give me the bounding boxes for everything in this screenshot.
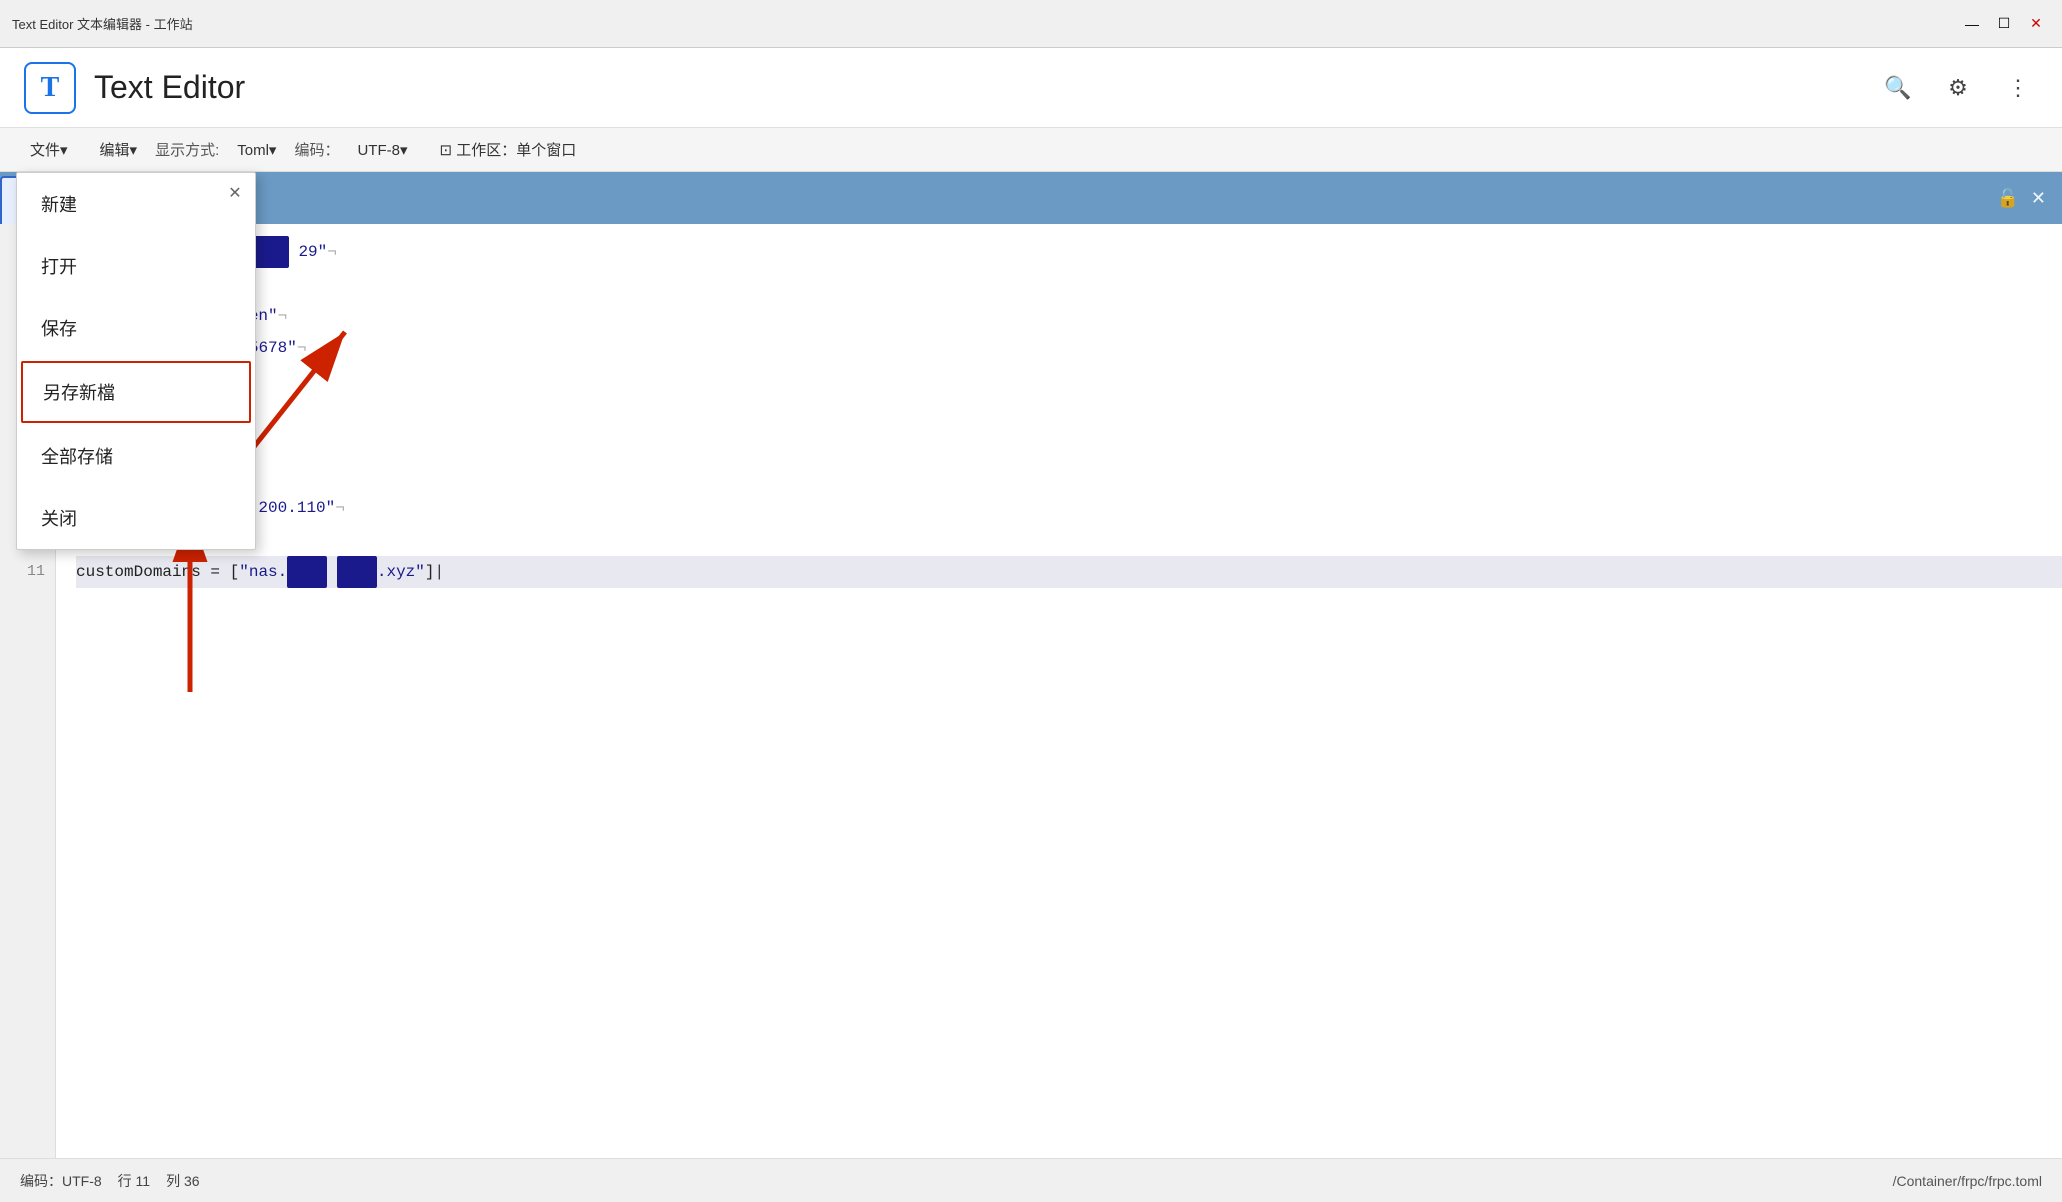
code-line-1: serverAddr = "101. 29"¬ [76,236,2062,268]
tab-actions: 🔓 ✕ [1996,172,2062,224]
title-bar-controls: — ☐ ✕ [1958,10,2050,38]
code-line-8: type = "http"¬ [76,460,2062,492]
app-title: Text Editor [94,69,245,106]
menu-item-save-all[interactable]: 全部存储 [17,425,255,487]
encoding-label: 编码： [294,139,339,160]
status-bar: 编码：UTF-8 行 11 列 36 /Container/frpc/frpc.… [0,1158,2062,1202]
redacted-3 [337,556,377,588]
view-label: 显示方式: [155,139,219,160]
status-encoding: 编码：UTF-8 [20,1171,102,1191]
code-line-3: auth.method = "token"¬ [76,300,2062,332]
more-button[interactable]: ⋮ [1998,68,2038,108]
menu-item-close[interactable]: 关闭 [17,487,255,549]
menu-workspace[interactable]: ⊡ 工作区：单个窗口 [425,135,590,164]
title-bar-text: Text Editor 文本编辑器 - 工作站 [12,14,1958,33]
settings-button[interactable]: ⚙ [1938,68,1978,108]
editor-area: /Container/frpc/frpc.toml 🔓 ✕ 1 2 3 4 5 … [0,172,2062,1158]
app-logo: T [24,62,76,114]
menu-bar: 文件▾ 编辑▾ 显示方式: Toml▾ 编码： UTF-8▾ ⊡ 工作区：单个窗… [0,128,2062,172]
tab-close-icon[interactable]: ✕ [2031,188,2046,209]
menu-encoding[interactable]: UTF-8▾ [343,137,421,163]
menu-item-new[interactable]: 新建 [17,173,255,235]
menu-item-save[interactable]: 保存 [17,297,255,359]
code-content[interactable]: serverAddr = "101. 29"¬ serverPort = 700… [56,224,2062,1158]
logo-letter: T [41,72,60,104]
app-header: T Text Editor 🔍 ⚙ ⋮ [0,48,2062,128]
redacted-2 [287,556,327,588]
maximize-button[interactable]: ☐ [1990,10,2018,38]
code-line-9: localIP = "192.168.200.110"¬ [76,492,2062,524]
tab-lock-icon[interactable]: 🔓 [1996,188,2018,209]
code-line-6: [[proxies]]¬ [76,396,2062,428]
code-line-2: serverPort = 7000¬ [76,268,2062,300]
menu-view[interactable]: Toml▾ [223,137,290,163]
close-button[interactable]: ✕ [2022,10,2050,38]
file-dropdown-menu: ✕ 新建 打开 保存 另存新檔 全部存储 关闭 [16,172,256,550]
title-bar: Text Editor 文本编辑器 - 工作站 — ☐ ✕ [0,0,2062,48]
status-filepath: /Container/frpc/frpc.toml [1893,1173,2042,1189]
code-editor[interactable]: 1 2 3 4 5 6 7 8 9 10 11 serverAddr = "10… [0,224,2062,1158]
header-actions: 🔍 ⚙ ⋮ [1878,68,2038,108]
status-row: 行 11 [118,1173,150,1189]
search-button[interactable]: 🔍 [1878,68,1918,108]
line-num-11: 11 [0,556,45,588]
menu-file[interactable]: 文件▾ [16,135,82,164]
menu-item-open[interactable]: 打开 [17,235,255,297]
code-line-11: customDomains = ["nas. .xyz"] [76,556,2062,588]
minimize-button[interactable]: — [1958,10,1986,38]
menu-item-save-as[interactable]: 另存新檔 [21,361,251,423]
tab-bar: /Container/frpc/frpc.toml 🔓 ✕ [0,172,2062,224]
code-line-7: name = "web_nas"¬ [76,428,2062,460]
menu-edit[interactable]: 编辑▾ [86,135,152,164]
main-area: ✕ 新建 打开 保存 另存新檔 全部存储 关闭 /Container/frpc/… [0,172,2062,1158]
code-line-5: ¬ [76,364,2062,396]
status-col: 列 36 [166,1171,199,1191]
code-line-10: localPort = 5000¬ [76,524,2062,556]
code-line-4: auth.token = "12345678"¬ [76,332,2062,364]
